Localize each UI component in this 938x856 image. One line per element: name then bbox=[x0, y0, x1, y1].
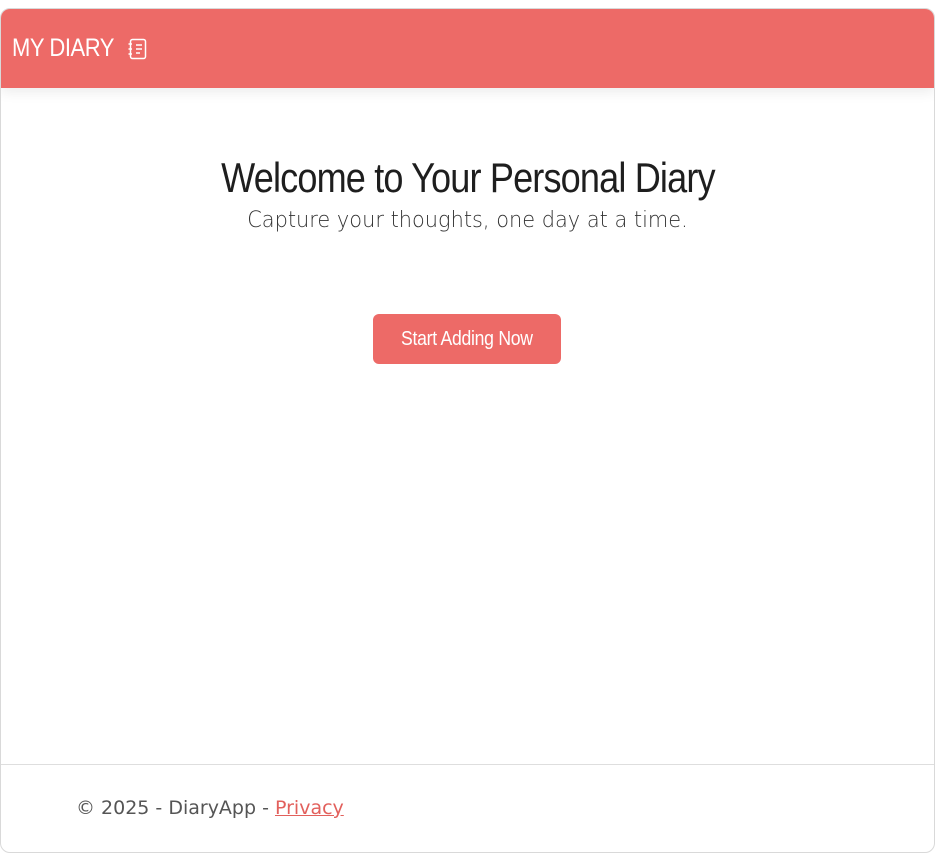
footer: © 2025 - DiaryApp - Privacy bbox=[76, 797, 344, 819]
journal-icon bbox=[126, 37, 150, 61]
start-adding-button[interactable]: Start Adding Now bbox=[373, 314, 561, 364]
footer-divider bbox=[1, 764, 934, 765]
hero-section: Welcome to Your Personal Diary Capture y… bbox=[1, 154, 934, 233]
page-subtitle: Capture your thoughts, one day at a time… bbox=[247, 208, 688, 233]
app-window: MY DIARY Welcome to Your Personal Diary … bbox=[0, 8, 935, 853]
privacy-link[interactable]: Privacy bbox=[275, 797, 344, 819]
brand-link[interactable]: MY DIARY bbox=[12, 34, 150, 63]
brand-label: MY DIARY bbox=[12, 34, 115, 62]
start-adding-label: Start Adding Now bbox=[401, 327, 533, 350]
page-title: Welcome to Your Personal Diary bbox=[220, 154, 715, 201]
footer-copyright: © 2025 - DiaryApp - bbox=[76, 797, 275, 819]
navbar: MY DIARY bbox=[1, 9, 934, 88]
